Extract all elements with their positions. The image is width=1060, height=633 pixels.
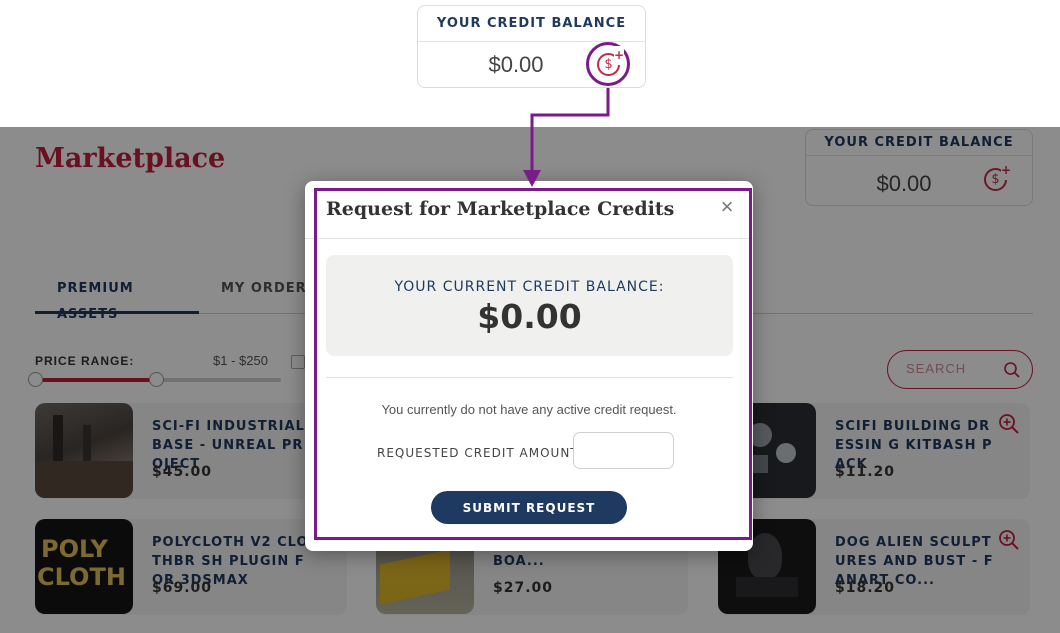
section-divider bbox=[326, 377, 733, 378]
current-balance-label: YOUR CURRENT CREDIT BALANCE: bbox=[394, 279, 665, 295]
callout-credit-balance-amount: $0.00 bbox=[488, 52, 544, 77]
submit-request-button[interactable]: SUBMIT REQUEST bbox=[431, 491, 627, 524]
add-credit-coin-icon[interactable]: $ + bbox=[597, 46, 624, 76]
requested-amount-input[interactable] bbox=[573, 432, 674, 469]
current-balance-panel: YOUR CURRENT CREDIT BALANCE: $0.00 bbox=[326, 255, 733, 356]
modal-title: Request for Marketplace Credits bbox=[326, 198, 675, 220]
callout-credit-balance-title: YOUR CREDIT BALANCE bbox=[418, 6, 645, 42]
credit-request-modal: Request for Marketplace Credits × YOUR C… bbox=[305, 181, 753, 551]
request-status-message: You currently do not have any active cre… bbox=[381, 402, 677, 417]
close-icon[interactable]: × bbox=[717, 196, 737, 218]
current-balance-value: $0.00 bbox=[477, 297, 582, 336]
callout-add-credit-highlight[interactable]: $ + bbox=[586, 42, 630, 86]
requested-amount-label: REQUESTED CREDIT AMOUNT: bbox=[377, 446, 583, 460]
modal-divider bbox=[305, 238, 753, 239]
